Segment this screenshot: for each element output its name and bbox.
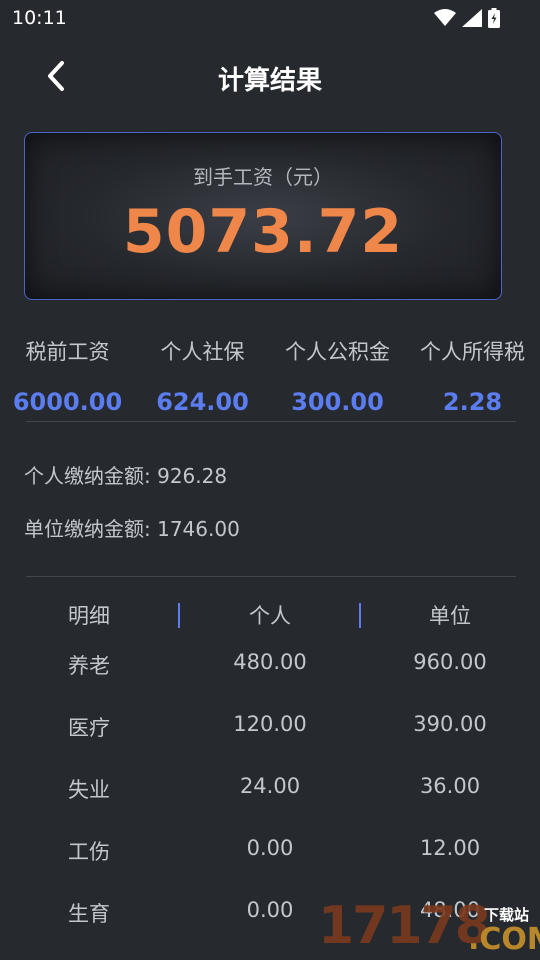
row-employer: 12.00: [419, 836, 481, 860]
row-personal: 120.00: [233, 712, 307, 736]
salary-result-screen: 10:11 计算结果 到手工资（元） 5073.72 税前工资 6000.00 …: [0, 0, 540, 960]
summary-social-insurance: 个人社保 624.00: [135, 336, 270, 416]
summary-income-tax: 个人所得税 2.28: [405, 336, 540, 416]
summary-value: 6000.00: [12, 388, 123, 416]
row-personal: 0.00: [246, 898, 294, 922]
row-item: 养老: [68, 654, 110, 678]
row-item: 工伤: [68, 840, 110, 864]
table-row: 失业 24.00 36.00: [0, 774, 540, 804]
status-time: 10:11: [12, 7, 67, 29]
status-bar: 10:11: [0, 0, 540, 36]
summary-label: 税前工资: [25, 340, 110, 364]
table-header: 明细 个人 单位: [0, 600, 540, 632]
row-item: 失业: [68, 778, 110, 802]
table-row: 医疗 120.00 390.00: [0, 712, 540, 742]
net-salary-label: 到手工资（元）: [193, 165, 333, 189]
employer-total: 单位缴纳金额: 1746.00: [24, 517, 240, 541]
summary-value: 624.00: [156, 388, 249, 416]
signal-icon: [462, 9, 482, 27]
row-employer: 390.00: [413, 712, 487, 736]
column-separator: [178, 603, 180, 628]
row-personal: 0.00: [246, 836, 294, 860]
column-separator: [359, 603, 361, 628]
battery-icon: [488, 8, 500, 28]
site-watermark: 17178 下载站 .COM: [318, 896, 540, 960]
table-row: 养老 480.00 960.00: [0, 650, 540, 680]
row-personal: 24.00: [239, 774, 301, 798]
row-item: 生育: [68, 902, 110, 926]
status-icons: [434, 8, 500, 28]
summary-pretax: 税前工资 6000.00: [0, 336, 135, 416]
row-personal: 480.00: [233, 650, 307, 674]
wifi-icon: [434, 9, 456, 27]
summary-value: 2.28: [442, 388, 503, 416]
net-salary-value: 5073.72: [122, 197, 404, 267]
column-header-item: 明细: [68, 604, 110, 628]
personal-total: 个人缴纳金额: 926.28: [24, 464, 228, 488]
watermark-digits: 17178: [318, 896, 491, 956]
row-employer: 36.00: [419, 774, 481, 798]
summary-label: 个人社保: [160, 340, 245, 364]
column-header-employer: 单位: [429, 604, 471, 628]
summary-row: 税前工资 6000.00 个人社保 624.00 个人公积金 300.00 个人…: [0, 336, 540, 426]
summary-value: 300.00: [291, 388, 384, 416]
divider: [26, 421, 516, 422]
header: 计算结果: [0, 48, 540, 104]
table-row: 工伤 0.00 12.00: [0, 836, 540, 866]
net-salary-card: 到手工资（元） 5073.72: [24, 132, 502, 300]
summary-label: 个人公积金: [285, 340, 390, 364]
summary-housing-fund: 个人公积金 300.00: [270, 336, 405, 416]
summary-label: 个人所得税: [420, 340, 525, 364]
watermark-domain: .COM: [468, 922, 540, 957]
column-header-personal: 个人: [249, 604, 291, 628]
row-item: 医疗: [68, 716, 110, 740]
page-title: 计算结果: [217, 66, 322, 96]
row-employer: 960.00: [413, 650, 487, 674]
divider: [26, 576, 516, 577]
